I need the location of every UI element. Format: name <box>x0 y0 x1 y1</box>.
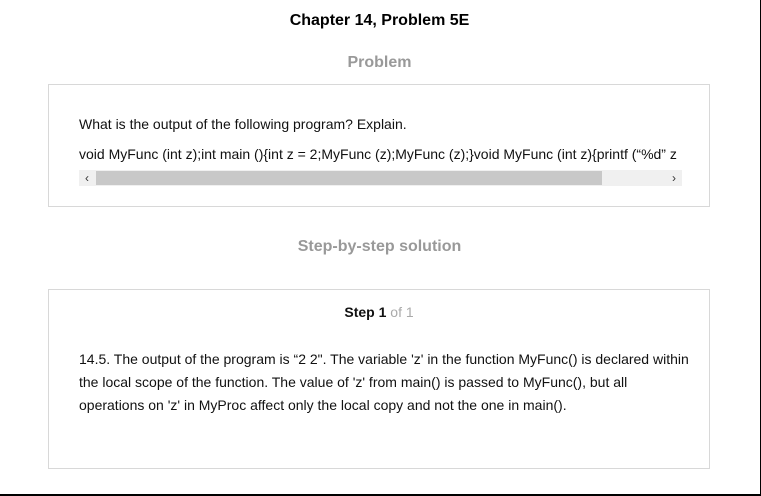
problem-code: void MyFunc (int z);int main (){int z = … <box>79 146 677 162</box>
page-title: Chapter 14, Problem 5E <box>289 12 470 29</box>
step-number: 1 <box>378 304 387 320</box>
step-total: of 1 <box>390 304 414 320</box>
step-label: Step <box>344 304 375 320</box>
scroll-left-icon[interactable]: ‹ <box>79 170 95 186</box>
solution-text: 14.5. The output of the program is “2 2"… <box>79 351 689 413</box>
code-scroll-area[interactable]: void MyFunc (int z);int main (){int z = … <box>79 146 682 166</box>
scroll-right-icon[interactable]: › <box>666 170 682 186</box>
solution-card: Step 1 of 1 14.5. The output of the prog… <box>48 289 710 469</box>
problem-heading: Problem <box>347 54 412 71</box>
horizontal-scrollbar[interactable]: ‹ › <box>79 170 682 186</box>
step-indicator: Step 1 of 1 <box>49 304 709 320</box>
scrollbar-thumb[interactable] <box>96 171 602 185</box>
problem-card: What is the output of the following prog… <box>48 84 710 207</box>
solution-heading: Step-by-step solution <box>297 238 462 255</box>
problem-question: What is the output of the following prog… <box>79 116 407 132</box>
